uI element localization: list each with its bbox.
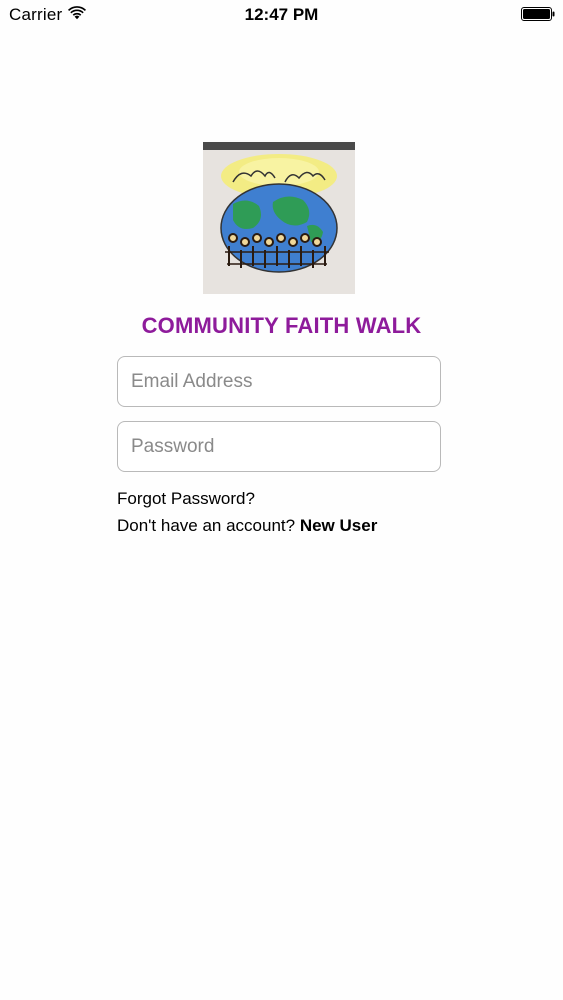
status-bar: Carrier 12:47 PM <box>0 0 563 30</box>
forgot-password-link[interactable]: Forgot Password? <box>117 489 255 509</box>
signup-prompt: Don't have an account? New User <box>117 516 377 536</box>
new-user-link[interactable]: New User <box>300 516 377 535</box>
status-time: 12:47 PM <box>244 5 319 24</box>
app-title: COMMUNITY FAITH WALK <box>141 313 422 338</box>
password-field-container <box>117 421 441 472</box>
no-account-text: Don't have an account? <box>117 516 296 535</box>
globe-with-hands-logo <box>203 142 355 294</box>
email-field[interactable] <box>118 357 440 406</box>
password-field[interactable] <box>118 422 440 471</box>
login-screen: Carrier 12:47 PM COMMUNITY FAITH WALK Em… <box>0 0 563 1000</box>
email-field-container <box>117 356 441 407</box>
battery-icon <box>521 7 555 21</box>
